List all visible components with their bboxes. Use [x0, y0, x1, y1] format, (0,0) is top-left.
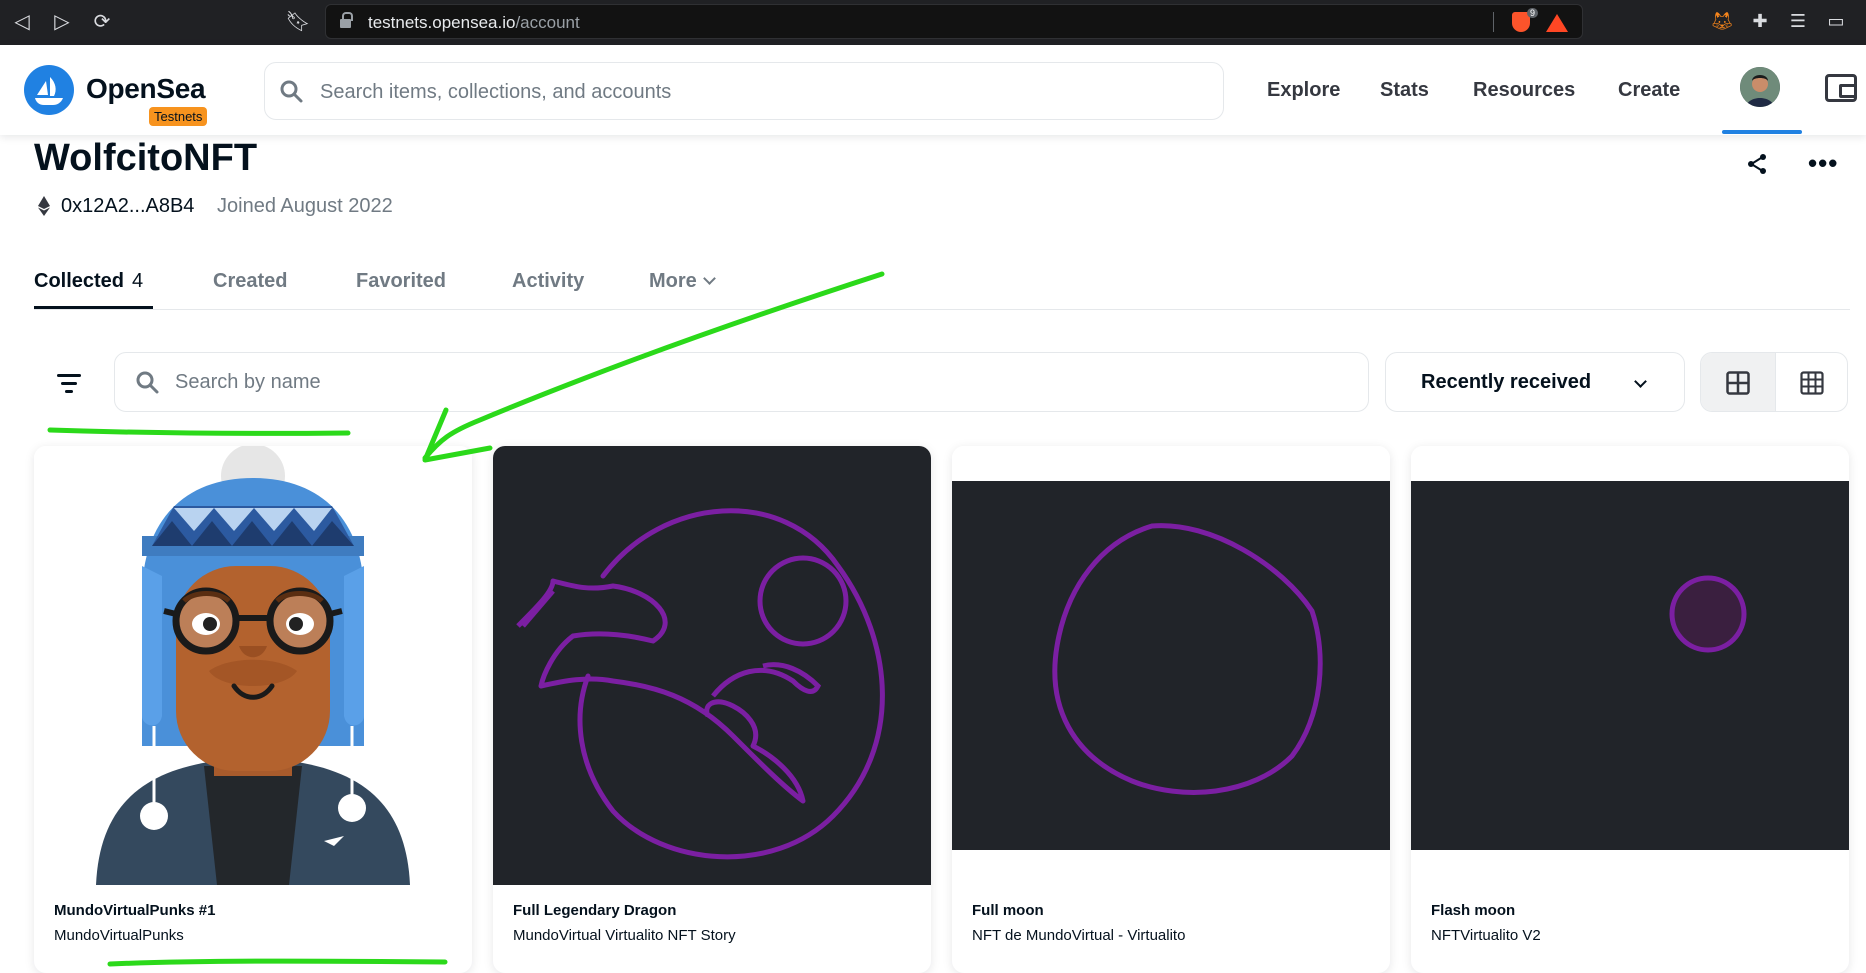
- brand-name[interactable]: OpenSea: [86, 73, 206, 105]
- name-search-input[interactable]: Search by name: [114, 352, 1369, 412]
- url-path: /account: [515, 13, 580, 32]
- nft-name[interactable]: Flash moon: [1431, 902, 1515, 919]
- nav-resources[interactable]: Resources: [1473, 79, 1575, 102]
- nft-card[interactable]: Full Legendary Dragon MundoVirtual Virtu…: [493, 446, 931, 973]
- opensea-logo-icon[interactable]: [24, 65, 74, 115]
- nft-image-dragon: [493, 446, 931, 885]
- tab-collected[interactable]: Collected 4: [34, 270, 143, 293]
- nft-collection[interactable]: MundoVirtual Virtualito NFT Story: [513, 927, 736, 944]
- tab-more-label: More: [649, 270, 697, 292]
- nft-card[interactable]: Full moon NFT de MundoVirtual - Virtuali…: [952, 446, 1390, 973]
- sort-label: Recently received: [1421, 371, 1592, 393]
- nft-name[interactable]: MundoVirtualPunks #1: [54, 902, 215, 919]
- tabs-divider: [34, 309, 1850, 310]
- address-url: testnets.opensea.io/account: [368, 13, 580, 33]
- search-icon: [136, 371, 159, 394]
- browser-toolbar: ◁ ▷ ⟳ 🔖︎ testnets.opensea.io/account 9 🦊…: [0, 0, 1866, 45]
- small-grid-button[interactable]: [1775, 353, 1847, 411]
- site-header: OpenSea Testnets Search items, collectio…: [0, 45, 1866, 135]
- chevron-down-icon: [1634, 375, 1647, 388]
- lock-icon: [340, 12, 353, 29]
- joined-date: Joined August 2022: [217, 195, 393, 217]
- filter-icon[interactable]: [55, 372, 83, 394]
- large-grid-icon: [1726, 371, 1750, 395]
- search-icon: [280, 80, 303, 103]
- nft-image-full-moon: [952, 446, 1390, 885]
- nft-image-flash-moon: [1411, 446, 1849, 885]
- reload-icon[interactable]: ⟳: [88, 8, 116, 36]
- large-grid-button[interactable]: [1701, 353, 1775, 411]
- avatar[interactable]: [1740, 67, 1780, 107]
- tab-activity[interactable]: Activity: [512, 270, 584, 293]
- tab-favorited[interactable]: Favorited: [356, 270, 446, 293]
- address-bar[interactable]: testnets.opensea.io/account 9: [325, 4, 1583, 39]
- wallet-extension-icon[interactable]: ▭: [1824, 9, 1848, 33]
- global-search-placeholder: Search items, collections, and accounts: [320, 81, 672, 103]
- tab-created[interactable]: Created: [213, 270, 287, 293]
- tab-more[interactable]: More: [649, 270, 716, 293]
- nft-name[interactable]: Full Legendary Dragon: [513, 902, 676, 919]
- wallet-icon[interactable]: [1825, 74, 1857, 102]
- media-queue-icon[interactable]: ☰: [1786, 9, 1810, 33]
- nft-name[interactable]: Full moon: [972, 902, 1044, 919]
- nft-card[interactable]: Flash moon NFTVirtualito V2: [1411, 446, 1849, 973]
- nft-collection[interactable]: NFTVirtualito V2: [1431, 927, 1541, 944]
- bookmark-icon[interactable]: 🔖︎: [284, 8, 312, 36]
- profile-name: WolfcitoNFT: [34, 137, 258, 179]
- wallet-address[interactable]: 0x12A2...A8B4: [61, 195, 194, 218]
- view-toggle: [1700, 352, 1848, 412]
- annotation-underline-top: [47, 427, 351, 436]
- name-search-placeholder: Search by name: [175, 371, 321, 393]
- chevron-down-icon: [702, 272, 716, 285]
- nav-create[interactable]: Create: [1618, 79, 1680, 102]
- testnets-badge: Testnets: [149, 107, 208, 126]
- nav-explore[interactable]: Explore: [1267, 79, 1340, 102]
- nav-stats[interactable]: Stats: [1380, 79, 1429, 102]
- tab-collected-label: Collected: [34, 270, 125, 292]
- back-icon[interactable]: ◁: [8, 8, 36, 36]
- forward-icon[interactable]: ▷: [48, 8, 76, 36]
- url-host: testnets.opensea.io: [368, 13, 516, 32]
- share-icon[interactable]: [1745, 152, 1769, 176]
- nft-collection[interactable]: MundoVirtualPunks: [54, 927, 184, 944]
- small-grid-icon: [1800, 371, 1824, 395]
- ethereum-icon: [38, 196, 50, 216]
- brave-rewards-icon[interactable]: [1546, 14, 1568, 32]
- sort-dropdown[interactable]: Recently received: [1385, 352, 1685, 412]
- extensions-icon[interactable]: ✚: [1748, 9, 1772, 33]
- more-options-icon[interactable]: •••: [1808, 148, 1838, 179]
- nft-image-punk: [34, 446, 472, 885]
- tab-collected-count: 4: [132, 270, 144, 292]
- nft-collection[interactable]: NFT de MundoVirtual - Virtualito: [972, 927, 1185, 944]
- address-divider: [1493, 12, 1494, 32]
- metamask-icon[interactable]: 🦊︎: [1710, 9, 1734, 33]
- shield-count-badge: 9: [1526, 8, 1538, 18]
- global-search-input[interactable]: Search items, collections, and accounts: [264, 62, 1224, 120]
- nft-card[interactable]: MundoVirtualPunks #1 MundoVirtualPunks: [34, 446, 472, 973]
- profile-active-indicator: [1722, 130, 1802, 134]
